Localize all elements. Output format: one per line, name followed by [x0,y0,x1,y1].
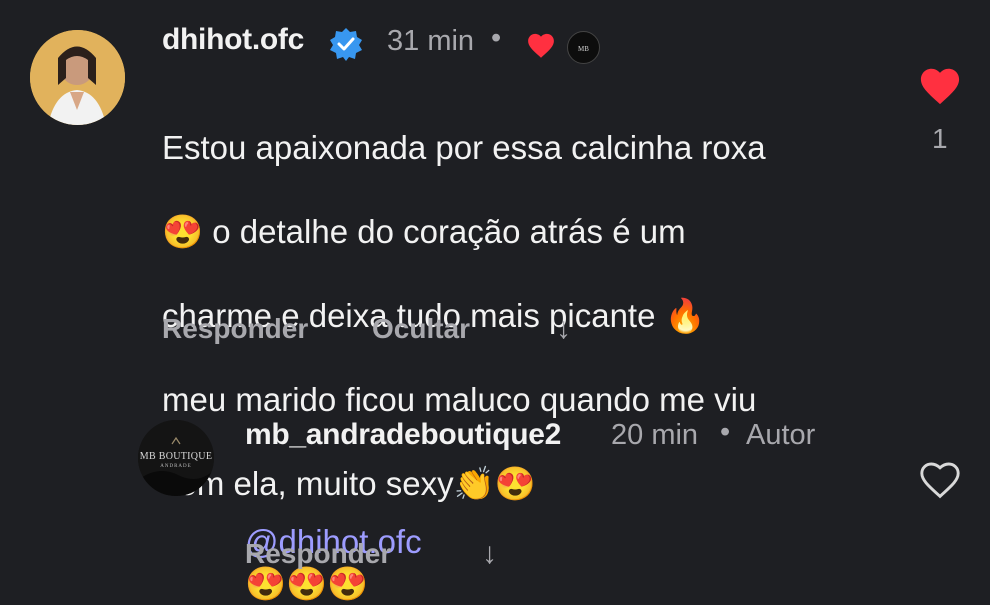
like-count: 1 [932,123,948,154]
avatar-logo-subtext: ANDRADE [160,464,192,469]
comment-line: 😍 o detalhe do coração atrás é um [162,213,686,250]
arrow-down-icon[interactable]: ↓ [556,312,571,346]
comment-line: Estou apaixonada por essa calcinha roxa [162,129,766,166]
creator-avatar-icon: MB [567,31,600,64]
comment-line: meu marido ficou maluco quando me viu [162,381,757,418]
reply-button[interactable]: Responder [245,538,391,570]
avatar[interactable] [30,30,125,125]
emoji-text: 😍😍😍 [245,565,369,602]
reply-button[interactable]: Responder [162,313,308,345]
meta-separator: • [720,416,731,448]
avatar[interactable]: MB BOUTIQUE ANDRADE [138,420,214,496]
hide-button[interactable]: Ocultar [372,313,470,345]
meta-separator: • [491,22,502,54]
avatar-logo-text: MB BOUTIQUE [139,451,213,462]
like-heart-icon[interactable] [918,66,962,111]
timestamp: 20 min [611,419,699,451]
author-badge: Autor [746,419,816,451]
like-heart-outline-icon[interactable] [918,460,962,505]
verified-icon [328,26,364,67]
timestamp: 31 min [387,25,475,57]
username[interactable]: mb_andradeboutique2 [245,418,561,452]
arrow-down-icon[interactable]: ↓ [482,537,497,571]
username[interactable]: dhihot.ofc [162,23,304,57]
creator-liked-heart-icon [526,32,556,64]
svg-text:MB: MB [578,45,589,53]
